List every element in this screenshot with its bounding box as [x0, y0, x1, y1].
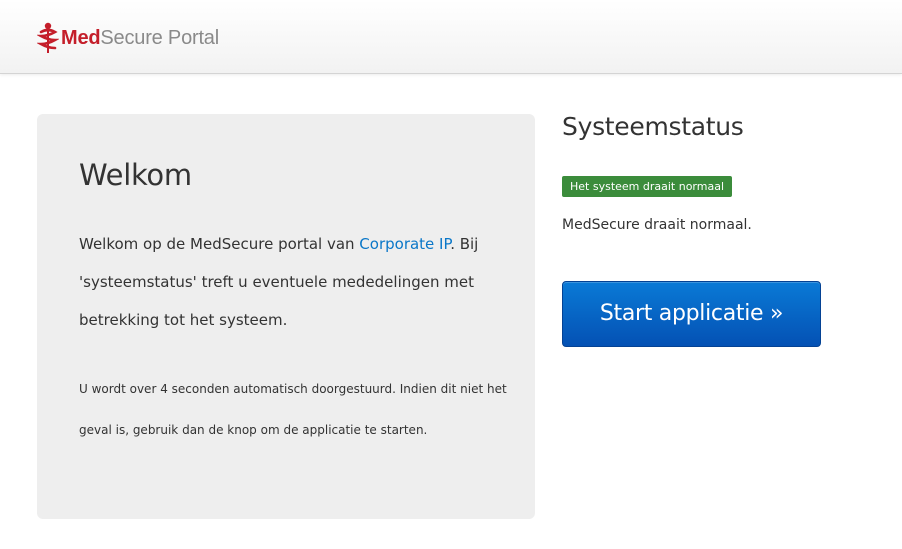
welcome-title: Welkom	[79, 158, 192, 192]
status-badge: Het systeem draait normaal	[562, 176, 733, 197]
brand-name-bold: Med	[61, 26, 101, 49]
welcome-panel: Welkom Welkom op de MedSecure portal van…	[37, 114, 535, 519]
brand-name-light: Secure Portal	[100, 26, 219, 49]
caduceus-icon	[37, 22, 59, 53]
redirect-notice: U wordt over 4 seconden automatisch door…	[79, 382, 507, 437]
status-message: MedSecure draait normaal.	[562, 217, 752, 233]
navbar: Med Secure Portal	[0, 0, 902, 74]
system-status-title: Systeemstatus	[562, 112, 744, 141]
brand-home-link[interactable]: Med Secure Portal	[37, 22, 219, 54]
welcome-intro: Welkom op de MedSecure portal van Corpor…	[79, 225, 499, 339]
corporate-ip-link[interactable]: Corporate IP	[359, 235, 450, 253]
intro-text-start: Welkom op de MedSecure portal van	[79, 235, 360, 253]
start-application-button[interactable]: Start applicatie »	[562, 281, 821, 347]
